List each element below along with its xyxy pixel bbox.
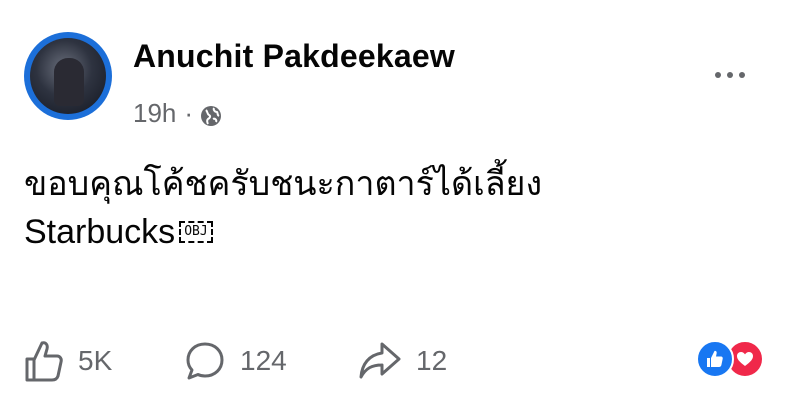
like-count: 5K	[78, 345, 113, 376]
share-count: 12	[416, 345, 448, 376]
comment-icon	[186, 342, 224, 380]
globe-icon[interactable]	[199, 104, 223, 128]
emoji-placeholder: OBJ	[179, 221, 213, 243]
share-icon	[359, 342, 401, 379]
author-name[interactable]: Anuchit Pakdeekaew	[133, 38, 455, 75]
avatar-figure	[54, 58, 84, 106]
post-time[interactable]: 19h	[133, 98, 176, 129]
post-text-line-2: Starbucks OBJ	[24, 208, 764, 256]
comment-button[interactable]: 124	[184, 334, 287, 388]
more-dot	[727, 72, 733, 78]
meta-separator: ·	[184, 98, 194, 128]
more-dot	[715, 72, 721, 78]
comment-count: 124	[240, 345, 287, 376]
post-meta: 19h ·	[133, 98, 223, 129]
post-text-line-1: ขอบคุณโค้ชครับชนะกาตาร์ได้เลี้ยง	[24, 165, 543, 203]
share-button[interactable]: 12	[358, 334, 447, 388]
thumbs-up-icon	[25, 341, 63, 382]
more-options-icon[interactable]	[704, 62, 756, 88]
like-reaction-icon	[696, 340, 734, 378]
reaction-summary[interactable]	[696, 340, 776, 380]
like-button[interactable]: 5K	[24, 334, 112, 388]
post-body: ขอบคุณโค้ชครับชนะกาตาร์ได้เลี้ยง Starbuc…	[24, 160, 764, 256]
author-avatar[interactable]	[24, 32, 112, 120]
post-text-starbucks: Starbucks	[24, 213, 176, 251]
more-dot	[739, 72, 745, 78]
